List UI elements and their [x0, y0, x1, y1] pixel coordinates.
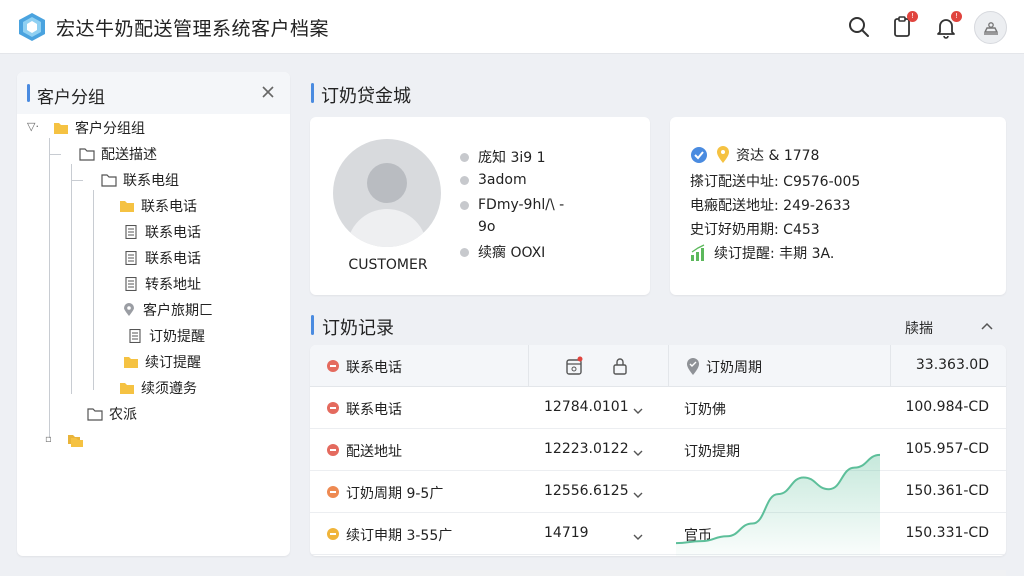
table-row[interactable]: 续订申期 3-55广 14719 官币 150.331-CD — [310, 513, 1006, 555]
accent-bar — [311, 83, 314, 103]
chevron-down-icon[interactable] — [632, 528, 644, 540]
next-row-hint — [310, 570, 1006, 576]
tree-item[interactable]: 联系电话 — [123, 248, 201, 268]
document-icon — [127, 329, 143, 343]
sort-label[interactable]: 牍揣 — [905, 318, 933, 338]
tree-item[interactable]: 配送描述 — [79, 144, 157, 164]
tree-item[interactable]: 续订提醒 — [123, 352, 201, 372]
customer-profile-card: CUSTOMER 庞知 3i9 1 3adom FDmy-9hl/\ - 9o … — [310, 117, 650, 295]
detail-row: 电瘢配送地址: 249-2633 — [690, 198, 851, 214]
search-icon[interactable] — [847, 15, 871, 39]
table-row[interactable]: 联系电话 12784.0101 订奶佛 100.984-CD — [310, 387, 1006, 429]
notification-clipboard-icon[interactable]: ! — [890, 11, 918, 39]
growth-bars-icon — [690, 244, 708, 262]
detail-row: 资达 & 1778 — [690, 145, 819, 165]
app-title: 宏达牛奶配送管理系统客户档案 — [56, 18, 330, 40]
tree-item[interactable]: 农派 — [87, 404, 137, 424]
status-dot — [327, 444, 339, 456]
lock-icon[interactable] — [611, 356, 629, 376]
tree-item[interactable]: 客户分组组 — [53, 118, 145, 138]
table-row[interactable]: 订奶周期 9-5广 12556.6125 150.361-CD — [310, 471, 1006, 513]
status-dot — [327, 486, 339, 498]
folder-outline-icon — [101, 173, 117, 187]
profile-info-row: 9o — [478, 219, 496, 235]
folder-outline-icon — [79, 147, 95, 161]
folder-yellow-icon — [119, 381, 135, 395]
order-records-title: 订奶记录 — [322, 318, 394, 339]
chevron-down-icon[interactable] — [632, 486, 644, 498]
order-records-table: 联系电话 订奶周期 33.363.0D 联系电话 12784.0101 订奶佛 … — [310, 345, 1006, 556]
user-icon — [983, 22, 999, 35]
tree-item[interactable]: 订奶提醒 — [127, 326, 205, 346]
status-dot — [327, 528, 339, 540]
document-icon — [123, 251, 139, 265]
folder-yellow-icon — [119, 199, 135, 213]
customer-photo-placeholder — [333, 139, 441, 247]
header-order-cycle: 订奶周期 — [706, 360, 762, 376]
customer-group-panel: 客户分组 ▽· 客户分组组 配送描述 联系电组 联系电话 联系电话 联系电话 转… — [17, 72, 290, 556]
order-info-title: 订奶贷金城 — [321, 86, 411, 107]
tree-expand-toggle-icon[interactable]: ▫ — [45, 434, 52, 445]
profile-info-row: 续瘸 OOXI — [460, 242, 545, 262]
profile-info-row: 庞知 3i9 1 — [460, 147, 546, 167]
customer-photo-label: CUSTOMER — [348, 257, 428, 273]
order-trend-sparkline — [670, 430, 890, 556]
tree-item[interactable]: 联系电话 — [119, 196, 197, 216]
verified-check-icon — [690, 146, 708, 164]
tree-collapse-toggle-icon[interactable]: ▽· — [27, 120, 39, 133]
user-avatar-button[interactable] — [974, 11, 1007, 44]
chevron-down-icon[interactable] — [632, 444, 644, 456]
bell-badge: ! — [951, 11, 962, 22]
detail-row: 续订提醒: 丰期 3A. — [690, 243, 834, 263]
document-icon — [123, 277, 139, 291]
notification-badge: ! — [907, 11, 918, 22]
profile-info-row: FDmy-9hl/\ - — [460, 197, 564, 213]
customer-group-title: 客户分组 — [37, 88, 105, 108]
status-dot — [327, 402, 339, 414]
tree-item[interactable]: 转系地址 — [123, 274, 201, 294]
bell-icon[interactable]: ! — [934, 11, 962, 39]
calendar-alert-icon[interactable] — [565, 356, 583, 376]
folder-yellow-icon — [123, 355, 139, 369]
accent-bar — [27, 84, 30, 102]
tree-item[interactable]: 客户旅期匚 — [121, 300, 213, 320]
tree-item[interactable]: 联系电话 — [123, 222, 201, 242]
customer-group-tree: ▽· 客户分组组 配送描述 联系电组 联系电话 联系电话 联系电话 转系地址 客… — [27, 118, 287, 448]
top-bar: 宏达牛奶配送管理系统客户档案 ! ! — [0, 0, 1024, 54]
location-pin-icon — [714, 146, 730, 164]
location-pin-icon — [121, 303, 137, 317]
delivery-detail-card: 资达 & 1778 搽订配送中址: C9576-005 电瘢配送地址: 249-… — [670, 117, 1006, 295]
document-icon — [123, 225, 139, 239]
detail-row: 搽订配送中址: C9576-005 — [690, 174, 861, 190]
tree-item[interactable]: 续须遵务 — [119, 378, 197, 398]
app-logo-icon — [17, 12, 47, 42]
tree-item[interactable]: 联系电组 — [101, 170, 179, 190]
chevron-up-icon[interactable] — [980, 318, 994, 332]
status-dot — [327, 360, 339, 372]
tree-item[interactable] — [67, 430, 89, 450]
customer-group-header: 客户分组 — [17, 72, 290, 114]
folder-outline-icon — [87, 407, 103, 421]
folder-yellow-icon — [53, 121, 69, 135]
accent-bar — [311, 315, 314, 335]
detail-row: 史订好奶用期: C453 — [690, 222, 820, 238]
table-header: 联系电话 订奶周期 33.363.0D — [310, 345, 1006, 387]
close-icon[interactable] — [260, 84, 276, 100]
header-total: 33.363.0D — [915, 357, 989, 373]
profile-info-row: 3adom — [460, 172, 527, 188]
table-row[interactable]: 配送地址 12223.0122 订奶提期 105.957-CD — [310, 429, 1006, 471]
location-pin-icon — [684, 357, 702, 377]
folder-stack-icon — [67, 433, 83, 447]
header-phone: 联系电话 — [346, 360, 402, 376]
chevron-down-icon[interactable] — [632, 402, 644, 414]
